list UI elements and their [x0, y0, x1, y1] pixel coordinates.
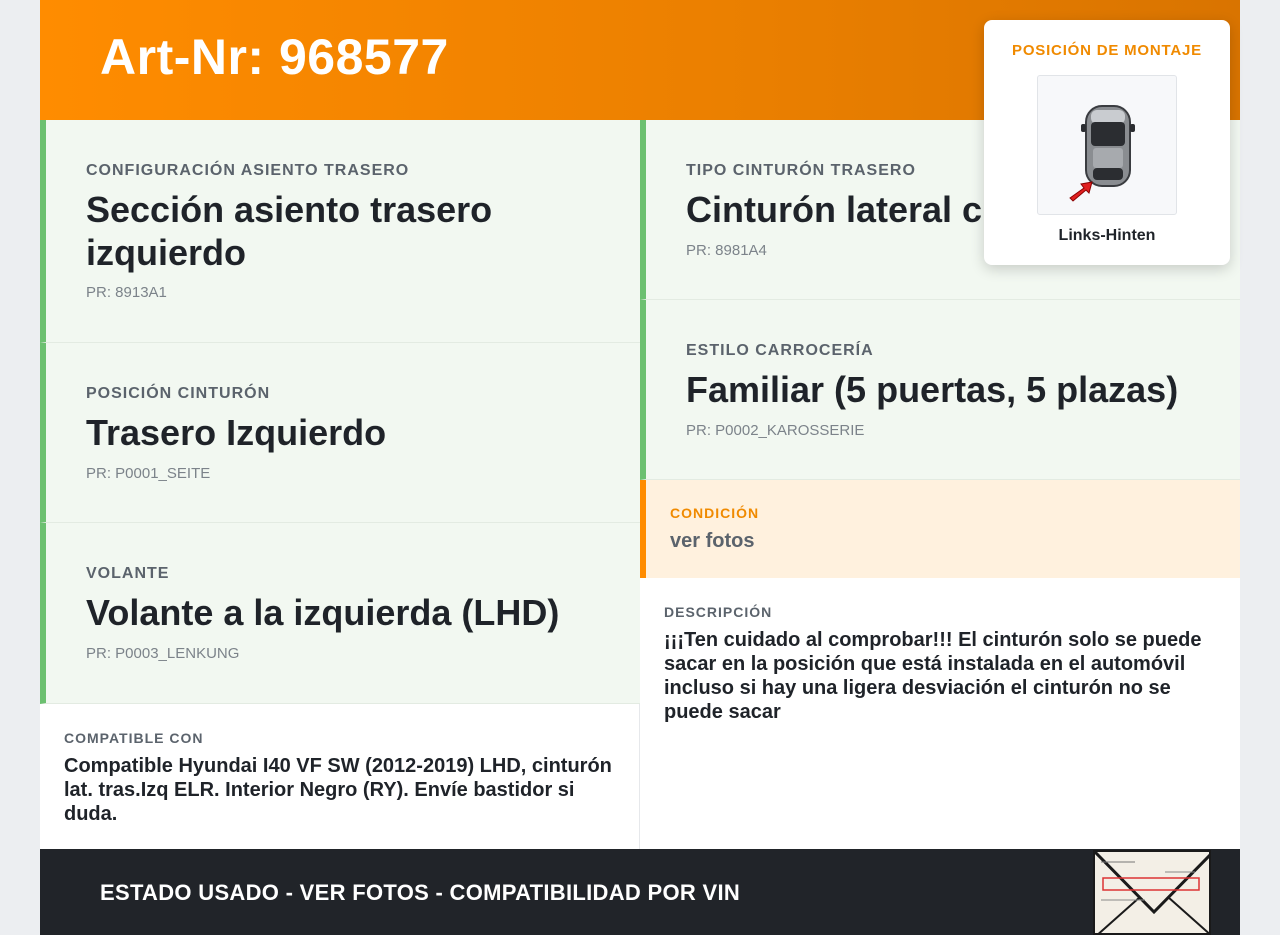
description-text: ¡¡¡Ten cuidado al comprobar!!! El cintur… [664, 629, 1202, 723]
envelope-icon [1095, 852, 1209, 933]
card-rear-seat-config: CONFIGURACIÓN ASIENTO TRASERO Sección as… [40, 120, 640, 343]
card-value: Sección asiento trasero izquierdo [86, 189, 493, 273]
compatible-label: COMPATIBLE CON [64, 730, 204, 746]
condition-label: CONDICIÓN [670, 505, 760, 521]
footer-text: ESTADO USADO - VER FOTOS - COMPATIBILIDA… [100, 880, 741, 905]
card-pr-code: PR: 8981A4 [686, 242, 767, 259]
card-belt-position: POSICIÓN CINTURÓN Trasero Izquierdo PR: … [40, 343, 640, 523]
footer-bar: ESTADO USADO - VER FOTOS - COMPATIBILIDA… [40, 849, 1240, 935]
card-label: TIPO CINTURÓN TRASERO [686, 162, 916, 179]
card-pr-code: PR: P0003_LENKUNG [86, 645, 240, 662]
mounting-title: POSICIÓN DE MONTAJE [1012, 42, 1202, 59]
card-value: Trasero Izquierdo [86, 412, 387, 453]
mounting-image[interactable] [1037, 75, 1177, 215]
compatible-text: Compatible Hyundai I40 VF SW (2012-2019)… [64, 755, 612, 825]
card-value: Volante a la izquierda (LHD) [86, 592, 560, 633]
card-label: CONFIGURACIÓN ASIENTO TRASERO [86, 162, 410, 179]
card-label: VOLANTE [86, 565, 170, 582]
card-label: ESTILO CARROCERÍA [686, 342, 874, 359]
condition-value: ver fotos [670, 530, 755, 552]
car-top-view-icon [1069, 105, 1135, 202]
card-pr-code: PR: 8913A1 [86, 284, 167, 301]
description-label: DESCRIPCIÓN [664, 604, 773, 620]
compatible-section: COMPATIBLE CON Compatible Hyundai I40 VF… [40, 704, 640, 849]
card-pr-code: PR: P0002_KAROSSERIE [686, 422, 865, 439]
article-number-title: Art-Nr: 968577 [100, 29, 449, 85]
description-section: DESCRIPCIÓN ¡¡¡Ten cuidado al comprobar!… [640, 578, 1240, 849]
card-pr-code: PR: P0001_SEITE [86, 465, 211, 482]
card-value: Familiar (5 puertas, 5 plazas) [686, 369, 1179, 410]
card-steering: VOLANTE Volante a la izquierda (LHD) PR:… [40, 523, 640, 704]
card-body-style: ESTILO CARROCERÍA Familiar (5 puertas, 5… [640, 300, 1240, 480]
mounting-position-panel: POSICIÓN DE MONTAJE Links-Hinten [984, 20, 1230, 265]
condition-box: CONDICIÓN ver fotos [640, 480, 1240, 578]
document-photo-thumbnail[interactable] [1093, 850, 1211, 935]
mounting-caption: Links-Hinten [1058, 227, 1156, 244]
card-label: POSICIÓN CINTURÓN [86, 385, 271, 402]
